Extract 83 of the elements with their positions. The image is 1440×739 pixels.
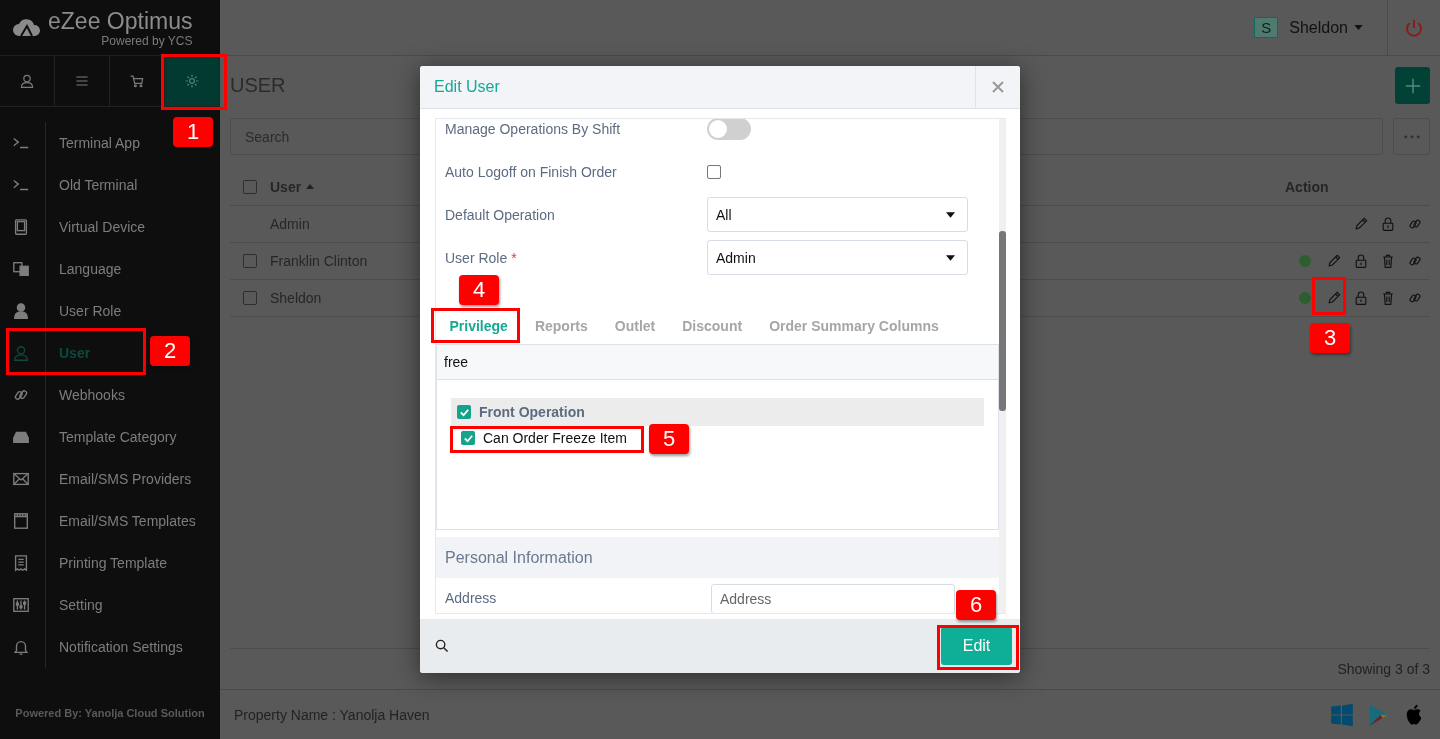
search-icon[interactable] bbox=[435, 639, 449, 653]
sidebar-item[interactable]: User Role bbox=[0, 290, 220, 332]
person-icon bbox=[12, 302, 30, 320]
sidebar-tab[interactable] bbox=[165, 56, 220, 106]
highlight-frame bbox=[1312, 277, 1346, 315]
close-icon[interactable] bbox=[992, 81, 1004, 93]
tab[interactable]: Reports bbox=[521, 307, 602, 344]
sliders-icon bbox=[12, 596, 30, 614]
pencil-icon[interactable] bbox=[1326, 290, 1342, 306]
more-icon bbox=[1403, 134, 1420, 139]
field-label: Auto Logoff on Finish Order bbox=[445, 163, 618, 180]
language-icon bbox=[12, 260, 30, 278]
sidebar-footer-text: Powered By: Yanolja Cloud Solution bbox=[14, 706, 206, 721]
sidebar-item[interactable]: Email/SMS Providers bbox=[0, 458, 220, 500]
trash-icon[interactable] bbox=[1380, 290, 1396, 306]
bell-icon bbox=[12, 638, 30, 656]
sidebar-item[interactable]: Email/SMS Templates bbox=[0, 500, 220, 542]
select-field[interactable]: All bbox=[707, 197, 968, 232]
sidebar-item[interactable]: Webhooks bbox=[0, 374, 220, 416]
logo-name: eZee Optimus bbox=[48, 7, 193, 34]
section-title: Personal Information bbox=[445, 548, 593, 567]
person-outline-icon bbox=[12, 344, 30, 362]
user-initial-badge: S bbox=[1254, 17, 1279, 38]
select-all-checkbox[interactable] bbox=[243, 179, 257, 194]
highlight-frame bbox=[161, 54, 227, 110]
step-badge: 5 bbox=[649, 424, 689, 454]
tab[interactable]: Discount bbox=[668, 307, 756, 344]
tablet-icon bbox=[12, 218, 30, 236]
sort-caret-icon bbox=[306, 184, 315, 189]
receipt-icon bbox=[12, 554, 30, 572]
checkbox[interactable] bbox=[461, 431, 475, 445]
sidebar-item[interactable]: Notification Settings bbox=[0, 626, 220, 668]
row-checkbox[interactable] bbox=[243, 291, 257, 305]
sidebar-item[interactable]: Template Category bbox=[0, 416, 220, 458]
tab[interactable]: Outlet bbox=[601, 307, 669, 344]
select-field[interactable]: Admin bbox=[707, 240, 968, 275]
privilege-label: Can Order Freeze Item bbox=[483, 430, 627, 446]
field-label: Default Operation bbox=[445, 206, 556, 223]
scrollbar-thumb[interactable] bbox=[999, 231, 1006, 411]
settings-icon bbox=[184, 73, 200, 89]
step-badge: 2 bbox=[150, 336, 190, 366]
add-button[interactable] bbox=[1395, 67, 1430, 104]
film-icon bbox=[12, 512, 30, 530]
sidebar-item[interactable]: Printing Template bbox=[0, 542, 220, 584]
filter-field[interactable]: free bbox=[436, 344, 999, 380]
step-badge: 4 bbox=[459, 275, 499, 305]
field-label: Manage Operations By Shift bbox=[445, 120, 622, 137]
dialog-title: Edit User bbox=[433, 78, 500, 96]
tab[interactable]: Privilege bbox=[436, 307, 522, 344]
field-label: User Role * bbox=[445, 249, 518, 266]
edit-button[interactable]: Edit bbox=[941, 627, 1012, 665]
pencil-icon[interactable] bbox=[1326, 253, 1342, 269]
group-label: Front Operation bbox=[479, 404, 585, 420]
step-badge: 6 bbox=[956, 590, 996, 620]
sidebar-item[interactable]: Language bbox=[0, 248, 220, 290]
lock-icon[interactable] bbox=[1353, 253, 1369, 269]
address-field[interactable]: Address bbox=[711, 584, 955, 613]
checkbox[interactable] bbox=[707, 164, 721, 179]
toggle-switch[interactable] bbox=[707, 119, 751, 140]
step-badge: 1 bbox=[173, 117, 213, 147]
pencil-icon[interactable] bbox=[1353, 216, 1369, 232]
user-icon bbox=[19, 73, 35, 89]
sidebar-item[interactable]: Virtual Device bbox=[0, 206, 220, 248]
menu-icon bbox=[74, 73, 90, 89]
lock-icon[interactable] bbox=[1380, 216, 1396, 232]
lock-icon[interactable] bbox=[1353, 290, 1369, 306]
row-checkbox[interactable] bbox=[243, 254, 257, 268]
field-label: Address bbox=[445, 589, 498, 606]
logo-tagline: Powered by YCS bbox=[101, 33, 193, 48]
caret-icon bbox=[1354, 25, 1363, 30]
trash-icon[interactable] bbox=[1380, 253, 1396, 269]
user-menu[interactable]: Sheldon bbox=[1289, 18, 1363, 37]
checkbox[interactable] bbox=[457, 405, 471, 419]
tab[interactable]: Order Summary Columns bbox=[755, 307, 953, 344]
property-name: Property Name : Yanolja Haven bbox=[234, 706, 430, 723]
sidebar-item[interactable]: Setting bbox=[0, 584, 220, 626]
caret-icon bbox=[946, 254, 955, 261]
envelope-icon bbox=[12, 470, 30, 488]
sidebar-item[interactable]: Old Terminal bbox=[0, 164, 220, 206]
plus-icon bbox=[1403, 76, 1422, 95]
cart-icon bbox=[129, 73, 145, 89]
step-badge: 3 bbox=[1310, 323, 1350, 353]
caret-icon bbox=[946, 211, 955, 218]
